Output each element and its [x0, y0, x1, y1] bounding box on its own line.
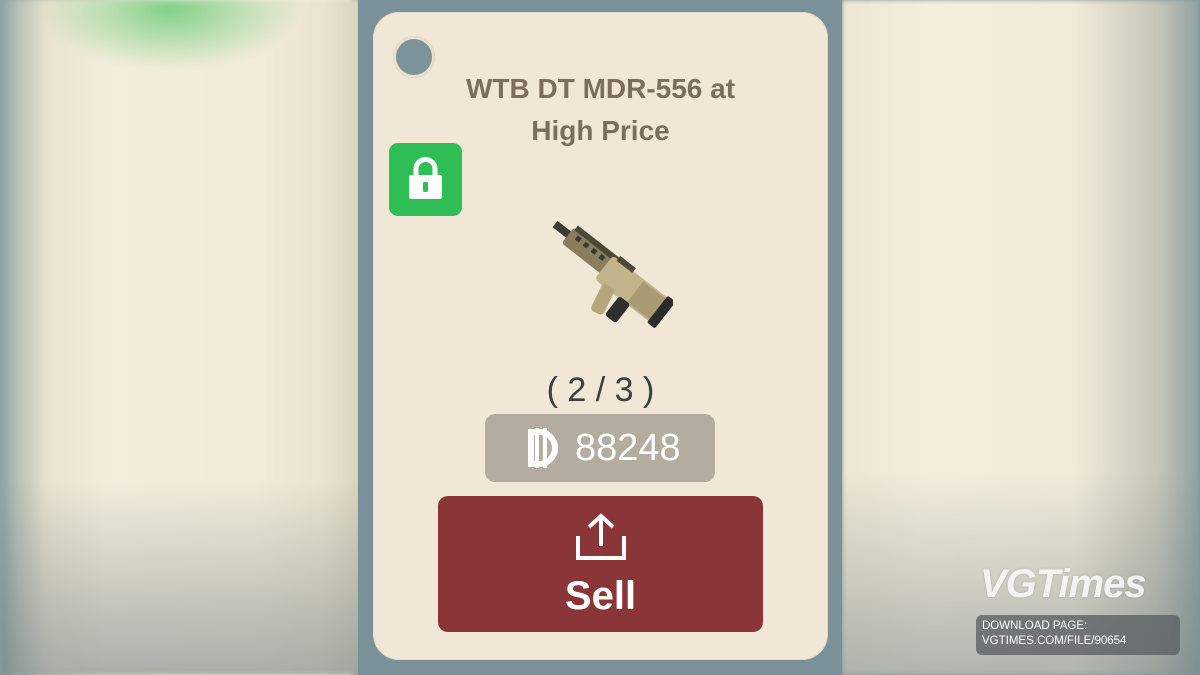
- price-amount: 88248: [575, 427, 681, 469]
- sell-button-label: Sell: [564, 574, 637, 618]
- share-upload-icon: [576, 513, 626, 560]
- sell-button[interactable]: Sell: [438, 496, 763, 632]
- coin-currency-icon: [528, 428, 558, 468]
- mdr-556-rifle-icon: [552, 220, 673, 328]
- background-left-blur: [0, 0, 360, 675]
- watermark-line-2: VGTIMES.COM/FILE/90654: [982, 635, 1127, 647]
- order-title: WTB DT MDR-556 at High Price: [465, 73, 736, 146]
- card-hole: [393, 36, 435, 78]
- price-chip: 88248: [485, 414, 715, 482]
- watermark-brand: VGTimes: [980, 562, 1147, 606]
- progress-count: ( 2 / 3 ): [546, 371, 655, 409]
- lock-button[interactable]: [389, 143, 462, 216]
- order-card: WTB DT MDR-556 at High Price (2 / 3) 8…: [373, 12, 828, 660]
- lock-icon: [409, 157, 442, 199]
- watermark-download-box: DOWNLOAD PAGE: VGTIMES.COM/FILE/90654: [976, 615, 1180, 655]
- watermark-line-1: DOWNLOAD PAGE:: [982, 620, 1088, 632]
